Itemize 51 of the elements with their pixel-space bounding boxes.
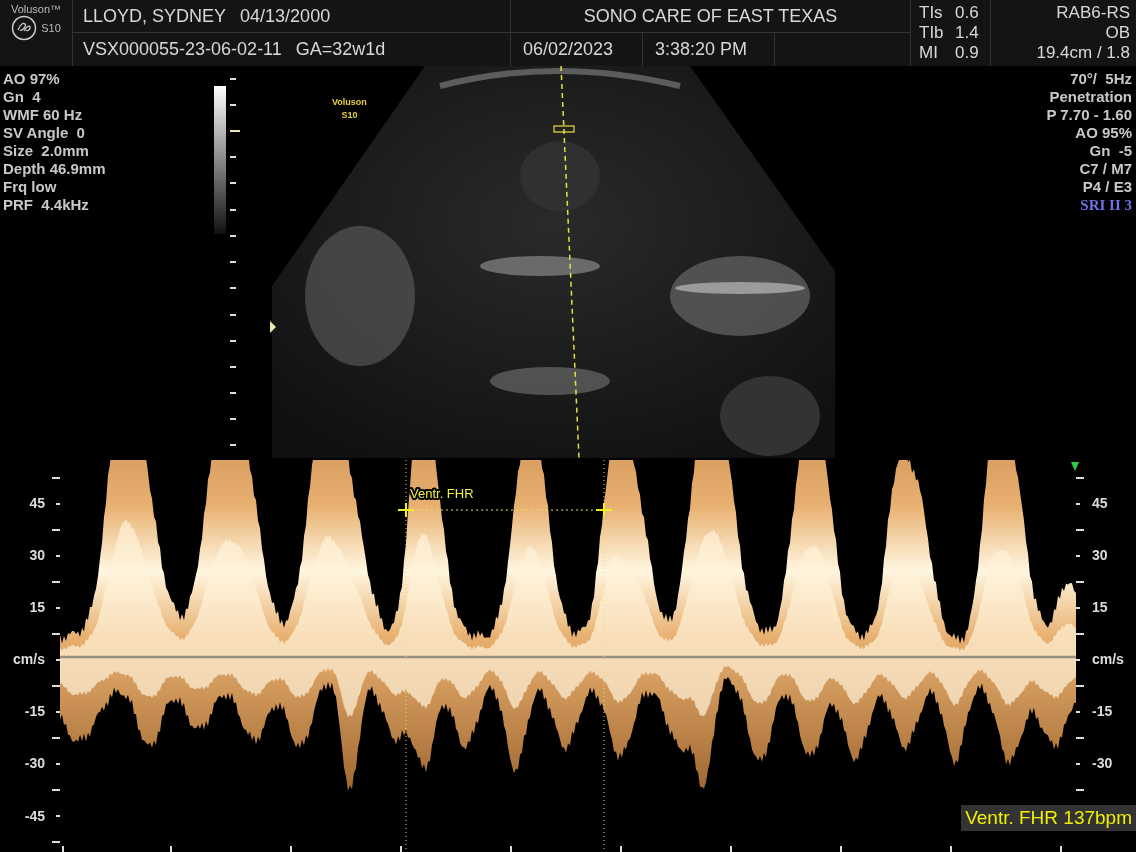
scale-label: cm/s: [1092, 651, 1124, 667]
parameter-text: SRI II 3: [1080, 196, 1132, 214]
parameter-text: Depth 46.9mm: [3, 160, 106, 178]
parameter-text: P 7.70 - 1.60: [1046, 106, 1132, 124]
scale-label: 45: [29, 495, 45, 511]
parameter-text: C7 / M7: [1079, 160, 1132, 178]
scale-label: 30: [1092, 547, 1108, 563]
parameter-text: Frq low: [3, 178, 58, 196]
marker-icon: [1071, 462, 1079, 471]
probe-info: 19.4cm / 1.8: [1036, 43, 1130, 63]
scale-label: -15: [24, 703, 45, 719]
focus-marker-icon: [270, 321, 276, 333]
birth-date: 04/13/2000: [240, 5, 331, 27]
probe-info: RAB6-RS: [1056, 3, 1130, 23]
parameter-text: AO 95%: [1075, 124, 1132, 142]
scale-label: 45: [1092, 495, 1108, 511]
logo-icon: [11, 15, 38, 41]
parameter-text: AO 97%: [3, 70, 61, 88]
index-value: 0.6: [955, 3, 979, 23]
parameter-text: Size 2.0mm: [3, 142, 90, 160]
model-label: S10: [41, 22, 61, 34]
probe-info: OB: [1105, 23, 1130, 43]
parameter-text: PRF 4.4kHz: [3, 196, 90, 214]
scale-label: 15: [1092, 599, 1108, 615]
brand-name: Voluson™: [10, 3, 62, 15]
index-value: 1.4: [955, 23, 979, 43]
image-label: Voluson: [332, 96, 367, 109]
facility-name: SONO CARE OF EAST TEXAS: [583, 5, 838, 27]
scale-label: -30: [1092, 755, 1113, 771]
index-label: TIs: [919, 3, 944, 23]
scale-label: -15: [1092, 703, 1113, 719]
scale-label: -30: [24, 755, 45, 771]
parameter-text: 70°/ 5Hz: [1070, 70, 1132, 88]
index-label: TIb: [919, 23, 945, 43]
gestational-age: GA=32w1d: [295, 39, 386, 60]
parameter-text: Penetration: [1049, 88, 1132, 106]
index-label: MI: [919, 43, 939, 63]
parameter-text: Gn 4: [3, 88, 42, 106]
scale-label: -45: [24, 808, 45, 824]
index-value: 0.9: [955, 43, 979, 63]
parameter-text: WMF 60 Hz: [3, 106, 84, 124]
scale-label: 30: [29, 547, 45, 563]
parameter-text: P4 / E3: [1082, 178, 1132, 196]
exam-id: VSX000055-23-06-02-11: [83, 39, 282, 60]
patient-name: LLOYD, SYDNEY: [83, 5, 227, 27]
parameter-text: SV Angle 0: [3, 124, 86, 142]
measurement-result: Ventr. FHR 137bpm: [961, 805, 1136, 831]
image-label: S10: [341, 109, 358, 122]
scale-label: cm/s: [13, 651, 45, 667]
parameter-text: Gn -5: [1089, 142, 1132, 160]
scale-label: 15: [29, 599, 45, 615]
